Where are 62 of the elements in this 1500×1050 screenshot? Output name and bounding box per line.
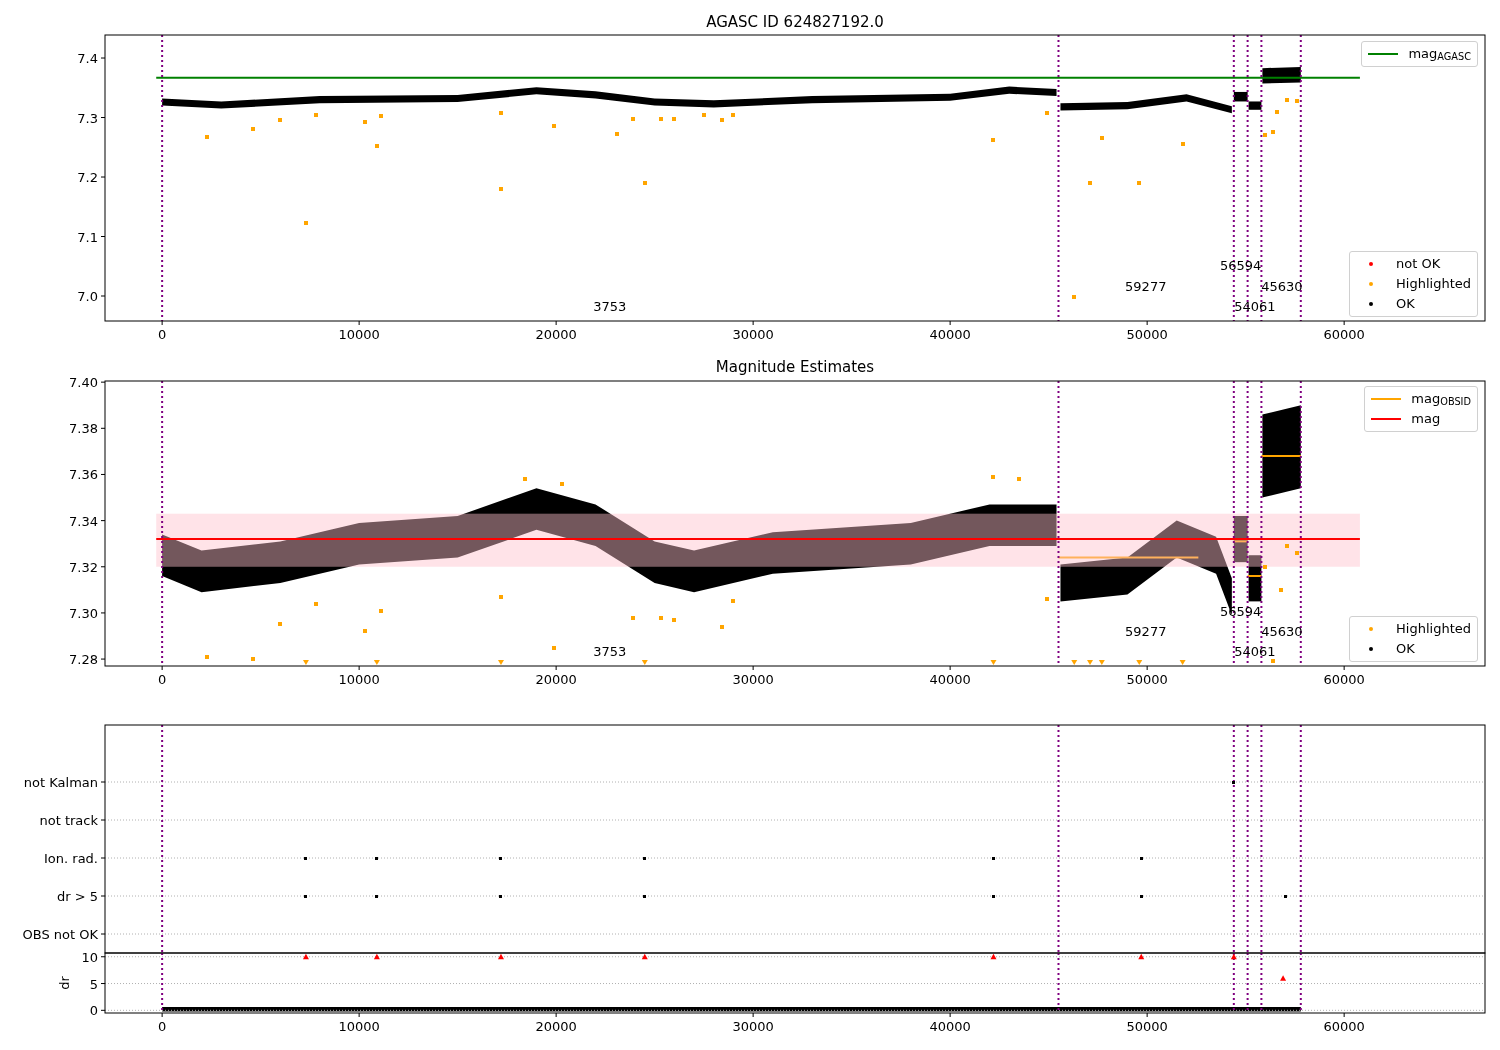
y-tick-label: not track xyxy=(39,813,98,828)
legend-label: Highlighted xyxy=(1396,620,1471,638)
point-label: 54061 xyxy=(1234,643,1276,659)
x-tick-label: 50000 xyxy=(1126,672,1168,687)
point-label: 54061 xyxy=(1234,298,1276,314)
y-tick-label: 7.4 xyxy=(77,51,98,67)
point-label: 45630 xyxy=(1261,278,1303,294)
point-label: 59277 xyxy=(1125,278,1167,294)
y-tick-label: 10 xyxy=(81,949,98,965)
y-tick-label: 7.38 xyxy=(69,421,98,437)
x-tick-label: 60000 xyxy=(1323,672,1365,687)
y-tick-label: dr > 5 xyxy=(56,889,98,904)
y-tick-label: Ion. rad. xyxy=(44,851,98,866)
x-tick-label: 30000 xyxy=(732,672,774,687)
y-tick-label: not Kalman xyxy=(23,775,98,790)
legend-label: Highlighted xyxy=(1396,275,1471,293)
axis-label: dr xyxy=(57,976,72,990)
legend-label: OK xyxy=(1396,295,1415,313)
x-tick-label: 40000 xyxy=(929,1019,971,1034)
x-tick-label: 20000 xyxy=(535,1019,577,1034)
x-tick-label: 50000 xyxy=(1126,1019,1168,1034)
x-tick-label: 20000 xyxy=(535,327,577,342)
x-tick-label: 10000 xyxy=(338,672,380,687)
y-tick-label: OBS not OK xyxy=(22,927,98,942)
x-tick-label: 60000 xyxy=(1323,327,1365,342)
y-tick-label: 7.34 xyxy=(69,513,98,529)
x-tick-label: 0 xyxy=(158,672,167,687)
y-tick-label: 7.30 xyxy=(69,605,98,621)
y-tick-label: 0 xyxy=(89,1003,98,1019)
chart-title: Magnitude Estimates xyxy=(715,358,875,376)
point-label: 3753 xyxy=(593,643,627,659)
point-label: 45630 xyxy=(1261,623,1303,639)
x-tick-label: 30000 xyxy=(732,327,774,342)
x-tick-label: 40000 xyxy=(929,327,971,342)
chart-title: AGASC ID 624827192.0 xyxy=(706,13,884,31)
legend-label: mag$_{OBSID}$ xyxy=(1411,390,1471,408)
y-tick-label: 7.32 xyxy=(69,559,98,575)
point-label: 3753 xyxy=(593,298,627,314)
x-tick-label: 10000 xyxy=(338,327,380,342)
x-tick-label: 40000 xyxy=(929,672,971,687)
y-tick-label: 7.36 xyxy=(69,467,98,483)
y-tick-label: 7.2 xyxy=(77,170,98,185)
point-label: 56594 xyxy=(1220,258,1262,274)
y-tick-label: 7.40 xyxy=(69,375,98,391)
legend-label: OK xyxy=(1396,640,1415,658)
y-tick-label: 7.0 xyxy=(77,289,98,304)
point-label: 56594 xyxy=(1220,603,1262,619)
x-tick-label: 0 xyxy=(158,327,167,342)
y-tick-label: 7.3 xyxy=(77,110,98,126)
x-tick-label: 60000 xyxy=(1323,1019,1365,1034)
x-tick-label: 0 xyxy=(158,1019,167,1034)
x-tick-label: 50000 xyxy=(1126,327,1168,342)
legend-label: not OK xyxy=(1396,255,1441,273)
legend-label: mag xyxy=(1411,410,1441,428)
point-label: 59277 xyxy=(1125,623,1167,639)
x-tick-label: 20000 xyxy=(535,672,577,687)
x-tick-label: 30000 xyxy=(732,1019,774,1034)
x-tick-label: 10000 xyxy=(338,1019,380,1034)
y-tick-label: 5 xyxy=(89,976,98,992)
legend-label: mag$_{AGASC}$ xyxy=(1408,45,1471,63)
y-tick-label: 7.28 xyxy=(69,652,98,668)
y-tick-label: 7.1 xyxy=(77,229,98,245)
